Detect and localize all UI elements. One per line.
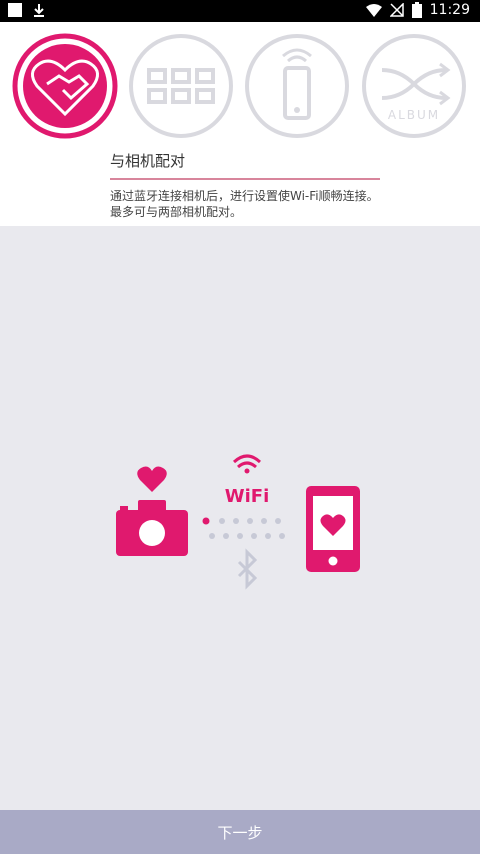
step-album-label: ALBUM <box>388 108 440 122</box>
next-button-label: 下一步 <box>217 823 263 842</box>
camera-heart-icon <box>137 466 167 492</box>
connection-dots <box>202 517 285 539</box>
wifi-signal-icon <box>365 4 382 17</box>
step-indicator: ALBUM <box>0 22 480 152</box>
phone-icon <box>306 486 360 572</box>
bluetooth-icon <box>237 548 258 590</box>
step-pairing-icon[interactable] <box>11 32 119 140</box>
battery-icon <box>411 2 422 18</box>
next-button[interactable]: 下一步 <box>0 810 480 854</box>
step-grid-icon[interactable] <box>127 32 235 140</box>
wifi-label: WiFi <box>225 486 270 507</box>
status-left <box>8 3 46 17</box>
step-phone-wifi-icon[interactable] <box>243 32 351 140</box>
notification-app-icon <box>8 3 22 17</box>
page-title-row: 与相机配对 <box>110 150 380 180</box>
status-bar: 11:29 <box>0 0 480 22</box>
wifi-icon <box>232 454 262 474</box>
status-right: 11:29 <box>365 2 470 18</box>
pairing-illustration: WiFi <box>116 454 360 590</box>
page-title: 与相机配对 <box>110 152 186 170</box>
camera-icon <box>116 500 188 556</box>
page-description: 通过蓝牙连接相机后，进行设置使Wi-Fi顺畅连接。最多可与两部相机配对。 <box>110 189 379 219</box>
top-panel: ALBUM 与相机配对 通过蓝牙连接相机后，进行设置使Wi-Fi顺畅连接。最多可… <box>0 22 480 226</box>
download-icon <box>34 4 44 17</box>
no-sim-icon <box>389 3 404 17</box>
step-album-icon[interactable]: ALBUM <box>360 32 468 140</box>
status-time: 11:29 <box>429 2 470 18</box>
